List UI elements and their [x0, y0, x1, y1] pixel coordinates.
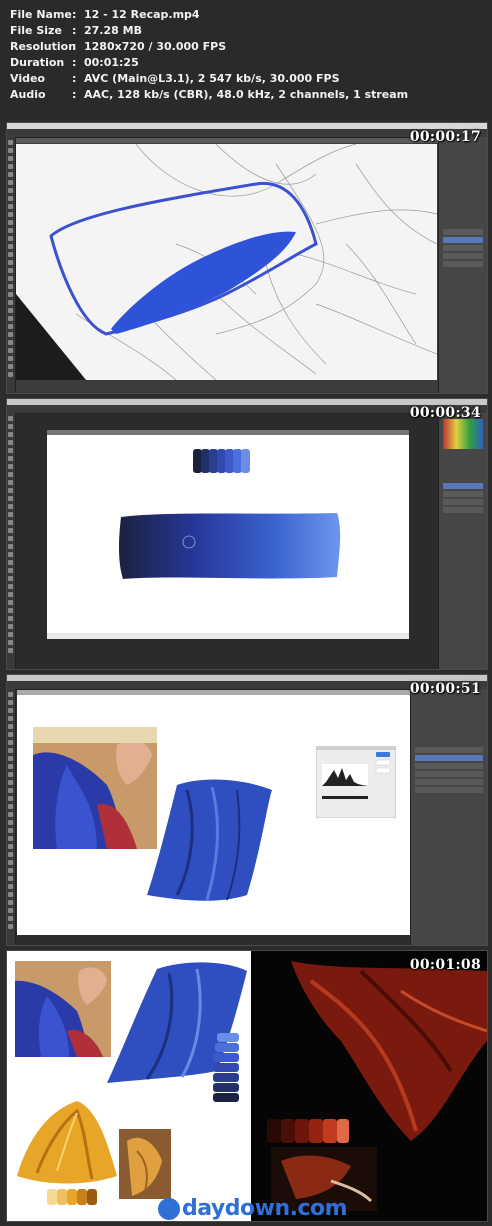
collage-left — [7, 951, 251, 1221]
levels-dialog[interactable] — [316, 746, 396, 818]
separator: : — [72, 88, 77, 101]
watermark: daydown.com — [182, 1196, 348, 1221]
file-size-value: 27.28 MB — [84, 24, 142, 37]
document-title-bar — [16, 138, 438, 143]
download-circle-icon — [158, 1198, 180, 1220]
reference-painting — [15, 961, 111, 1057]
timestamp-label: 00:01:08 — [409, 957, 481, 973]
timestamp-label: 00:00:34 — [409, 405, 481, 421]
canvas-swatches — [47, 435, 409, 639]
thumbnail-frame-3[interactable]: 00:00:51 — [6, 674, 488, 946]
timestamp-label: 00:00:51 — [409, 681, 481, 697]
file-info-panel: File Name : 12 - 12 Recap.mp4 File Size … — [0, 0, 492, 118]
thumbnail-frame-4[interactable]: 00:01:08 — [6, 950, 488, 1222]
resolution-value: 1280x720 / 30.000 FPS — [84, 40, 227, 53]
reference-painting — [33, 727, 157, 849]
resolution-label: Resolution — [10, 40, 77, 53]
tools-panel — [7, 413, 16, 669]
duration-label: Duration — [10, 56, 65, 69]
layers-panel — [438, 413, 487, 669]
audio-value: AAC, 128 kb/s (CBR), 48.0 kHz, 2 channel… — [84, 88, 409, 101]
video-value: AVC (Main@L3.1), 2 547 kb/s, 30.000 FPS — [84, 72, 340, 85]
tools-panel — [7, 137, 16, 393]
collage-right — [251, 951, 487, 1221]
yellow-swatches — [47, 1189, 97, 1205]
thumbnail-frame-1[interactable]: 00:00:17 — [6, 122, 488, 394]
audio-label: Audio — [10, 88, 46, 101]
tools-panel — [7, 689, 16, 945]
separator: : — [72, 40, 77, 53]
separator: : — [72, 56, 77, 69]
file-name-value: 12 - 12 Recap.mp4 — [84, 8, 200, 21]
layers-panel — [438, 137, 487, 393]
file-size-label: File Size — [10, 24, 62, 37]
duration-value: 00:01:25 — [84, 56, 139, 69]
separator: : — [72, 72, 77, 85]
thumbnail-frame-2[interactable]: 00:00:34 — [6, 398, 488, 670]
separator: : — [72, 8, 77, 21]
separator: : — [72, 24, 77, 37]
canvas-sketch — [16, 144, 437, 380]
layers-panel — [410, 689, 487, 945]
red-swatches — [267, 1119, 349, 1143]
file-name-label: File Name — [10, 8, 72, 21]
video-label: Video — [10, 72, 45, 85]
blue-swatches — [213, 1033, 239, 1102]
timestamp-label: 00:00:17 — [409, 129, 481, 145]
